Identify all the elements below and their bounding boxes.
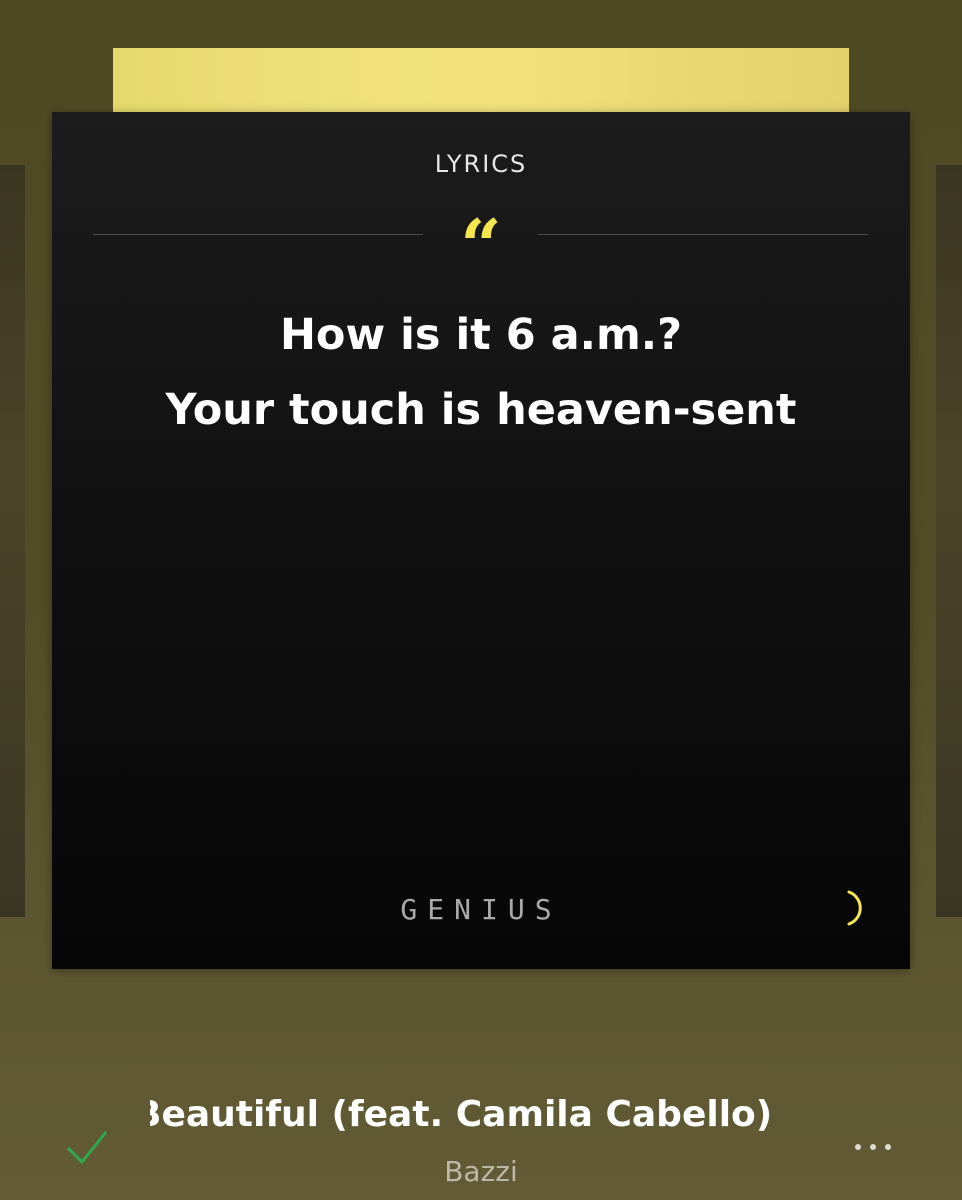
lyric-line: How is it 6 a.m.? — [279, 310, 683, 360]
divider-right — [538, 234, 868, 235]
loading-spinner-icon — [840, 886, 874, 930]
lyrics-heading: LYRICS — [434, 150, 528, 178]
open-quote-icon: “ — [460, 203, 502, 288]
more-options-icon[interactable] — [848, 1132, 898, 1162]
check-icon[interactable] — [62, 1124, 112, 1168]
track-title[interactable]: Beautiful (feat. Camila Cabello) — [150, 1090, 830, 1140]
previous-track-card[interactable] — [0, 165, 25, 917]
divider-left — [93, 234, 423, 235]
album-art — [113, 48, 849, 112]
next-track-card[interactable] — [936, 165, 962, 917]
artist-name[interactable]: Bazzi — [0, 1155, 962, 1188]
genius-logo: GENIUS — [400, 893, 562, 926]
lyric-line: Your touch is heaven-sent — [165, 385, 797, 435]
